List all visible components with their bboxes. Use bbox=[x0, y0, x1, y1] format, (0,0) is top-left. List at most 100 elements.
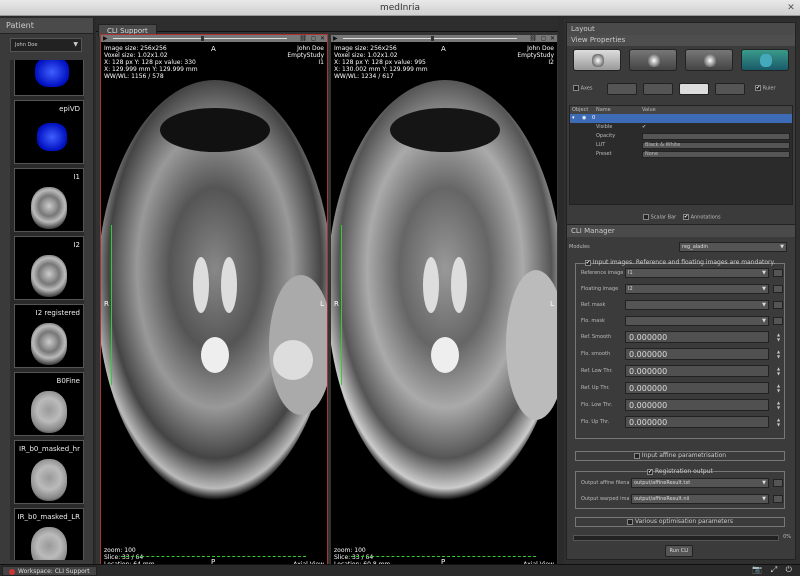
spin-arrows-icon[interactable]: ▲ ▼ bbox=[777, 383, 783, 393]
slice-slider[interactable] bbox=[113, 38, 287, 39]
number-input[interactable]: 0.000000 bbox=[625, 382, 769, 394]
expand-icon[interactable]: ▾ bbox=[572, 114, 575, 123]
output-warped-browse-button[interactable] bbox=[773, 495, 783, 503]
number-input[interactable]: 0.000000 bbox=[625, 416, 769, 428]
link-icon[interactable]: ⛓ bbox=[299, 35, 307, 42]
number-input[interactable]: 0.000000 bbox=[625, 348, 769, 360]
series-thumb[interactable]: I2 registered bbox=[14, 304, 84, 368]
tool-measure-button[interactable] bbox=[715, 83, 745, 95]
axes-checkbox[interactable] bbox=[573, 85, 579, 91]
input-images-checkbox[interactable]: ✔ bbox=[584, 259, 591, 266]
close-view-icon[interactable]: ✕ bbox=[320, 35, 325, 42]
slice-slider-handle[interactable] bbox=[201, 36, 204, 41]
image-view-2[interactable]: ▶ ⛓ ◻ ✕ Image size: 256x256 Voxel size: … bbox=[330, 34, 558, 572]
close-view-icon[interactable]: ✕ bbox=[550, 35, 555, 42]
number-input[interactable]: 0.000000 bbox=[625, 399, 769, 411]
maximize-icon[interactable]: ◻ bbox=[541, 35, 546, 42]
spin-arrows-icon[interactable]: ▲ ▼ bbox=[777, 349, 783, 359]
layout-header[interactable]: Layout bbox=[567, 23, 795, 35]
slice-slider-handle[interactable] bbox=[431, 36, 434, 41]
spin-arrows-icon[interactable]: ▲ ▼ bbox=[777, 332, 783, 342]
input-images-title[interactable]: ✔ Input images. Reference and floating i… bbox=[576, 259, 784, 266]
scalar-bar-checkbox[interactable] bbox=[643, 214, 649, 220]
slice-slider[interactable] bbox=[343, 38, 517, 39]
series-thumb[interactable]: B0Fine bbox=[14, 372, 84, 436]
table-header: Object Name Value bbox=[570, 106, 792, 114]
affine-title[interactable]: Input affine parametrisation bbox=[576, 452, 784, 459]
table-row[interactable]: ▾ ◉ 0 bbox=[570, 114, 792, 123]
number-input[interactable]: 0.000000 bbox=[625, 365, 769, 377]
series-thumb[interactable] bbox=[14, 60, 84, 96]
series-label: I1 bbox=[73, 173, 80, 181]
registration-output-checkbox[interactable]: ✔ bbox=[647, 468, 654, 475]
ruler-horizontal bbox=[121, 554, 306, 557]
ruler-checkbox[interactable]: ✔ bbox=[755, 85, 761, 91]
maximize-icon[interactable]: ◻ bbox=[311, 35, 316, 42]
play-icon[interactable]: ▶ bbox=[333, 35, 338, 42]
spin-arrows-icon[interactable]: ▲ ▼ bbox=[777, 366, 783, 376]
cli-manager-header[interactable]: CLI Manager bbox=[567, 225, 795, 237]
layout-sagittal-button[interactable] bbox=[685, 49, 733, 71]
annotations-checkbox[interactable]: ✔ bbox=[683, 214, 689, 220]
table-row[interactable]: Visible ✔ bbox=[570, 123, 792, 132]
layout-coronal-button[interactable] bbox=[629, 49, 677, 71]
affine-checkbox[interactable] bbox=[633, 452, 640, 459]
output-affine-select[interactable]: output/affineResult.txt ▼ bbox=[631, 478, 769, 488]
patient-select[interactable]: John Doe ▼ bbox=[10, 38, 82, 52]
flo-mask-browse-button[interactable] bbox=[773, 317, 783, 325]
layout-3d-button[interactable] bbox=[741, 49, 789, 71]
ref-mask-browse-button[interactable] bbox=[773, 301, 783, 309]
camera-icon[interactable]: 📷 bbox=[752, 565, 762, 574]
floating-browse-button[interactable] bbox=[773, 285, 783, 293]
registration-output-title[interactable]: ✔ Registration output bbox=[576, 468, 784, 475]
opacity-slider[interactable] bbox=[642, 133, 790, 140]
flo-mask-select[interactable]: ▼ bbox=[625, 316, 769, 326]
series-thumb[interactable]: IR_b0_masked_LR bbox=[14, 508, 84, 560]
floating-select[interactable]: I2 ▼ bbox=[625, 284, 769, 294]
optimisation-checkbox[interactable] bbox=[627, 518, 634, 525]
workspace-button[interactable]: Workspace: CLI Support bbox=[2, 566, 97, 576]
link-icon[interactable]: ⛓ bbox=[529, 35, 537, 42]
ruler-toggle[interactable]: ✔ Ruler bbox=[755, 85, 776, 92]
fullscreen-icon[interactable]: ⤢ bbox=[771, 565, 777, 574]
thumbnail-image bbox=[35, 60, 69, 87]
chevron-down-icon: ▼ bbox=[762, 270, 766, 276]
spin-arrows-icon[interactable]: ▲ ▼ bbox=[777, 417, 783, 427]
number-input[interactable]: 0.000000 bbox=[625, 331, 769, 343]
layer-properties-table[interactable]: Object Name Value ▾ ◉ 0 Visible ✔ Opacit… bbox=[569, 105, 793, 205]
table-row[interactable]: LUT Black & White bbox=[570, 141, 792, 150]
thumbnail-image bbox=[31, 255, 67, 297]
series-thumb[interactable]: I2 bbox=[14, 236, 84, 300]
output-warped-select[interactable]: output/affineResult.nii ▼ bbox=[631, 494, 769, 504]
modules-select[interactable]: reg_aladin ▼ bbox=[679, 242, 787, 252]
spin-arrows-icon[interactable]: ▲ ▼ bbox=[777, 400, 783, 410]
annotations-toggle[interactable]: ✔ Annotations bbox=[683, 214, 721, 221]
reference-browse-button[interactable] bbox=[773, 269, 783, 277]
output-affine-browse-button[interactable] bbox=[773, 479, 783, 487]
run-cli-button[interactable]: Run CLI bbox=[665, 545, 693, 557]
reference-select[interactable]: I1 ▼ bbox=[625, 268, 769, 278]
workspace-label: Workspace: CLI Support bbox=[18, 568, 90, 575]
layout-axial-button[interactable] bbox=[573, 49, 621, 71]
series-thumb[interactable]: IR_b0_masked_hr bbox=[14, 440, 84, 504]
power-icon[interactable]: ⏻ bbox=[786, 565, 792, 574]
prop-value[interactable]: ✔ bbox=[642, 123, 646, 132]
table-row[interactable]: Opacity bbox=[570, 132, 792, 141]
tool-windowing-button[interactable] bbox=[607, 83, 637, 95]
lut-select[interactable]: Black & White bbox=[642, 142, 790, 149]
tool-slicing-button[interactable] bbox=[679, 83, 709, 95]
series-thumb[interactable]: I1 bbox=[14, 168, 84, 232]
close-icon[interactable]: ✕ bbox=[786, 3, 796, 13]
series-list[interactable]: epiVD I1 I2 I2 registered B0Fine IR_b0_m… bbox=[10, 60, 84, 560]
axes-toggle[interactable]: Axes bbox=[573, 85, 593, 92]
play-icon[interactable]: ▶ bbox=[103, 35, 108, 42]
image-view-1[interactable]: ▶ ⛓ ◻ ✕ Image size: 256x256 Voxel size: … bbox=[100, 34, 328, 572]
table-row[interactable]: Preset None bbox=[570, 150, 792, 159]
tool-zoom-button[interactable] bbox=[643, 83, 673, 95]
scalar-bar-toggle[interactable]: Scalar Bar bbox=[643, 214, 676, 221]
prop-name: Visible bbox=[596, 124, 613, 130]
series-thumb[interactable]: epiVD bbox=[14, 100, 84, 164]
preset-select[interactable]: None bbox=[642, 151, 790, 158]
ref-mask-select[interactable]: ▼ bbox=[625, 300, 769, 310]
optimisation-title[interactable]: Various optimisation parameters bbox=[576, 518, 784, 525]
